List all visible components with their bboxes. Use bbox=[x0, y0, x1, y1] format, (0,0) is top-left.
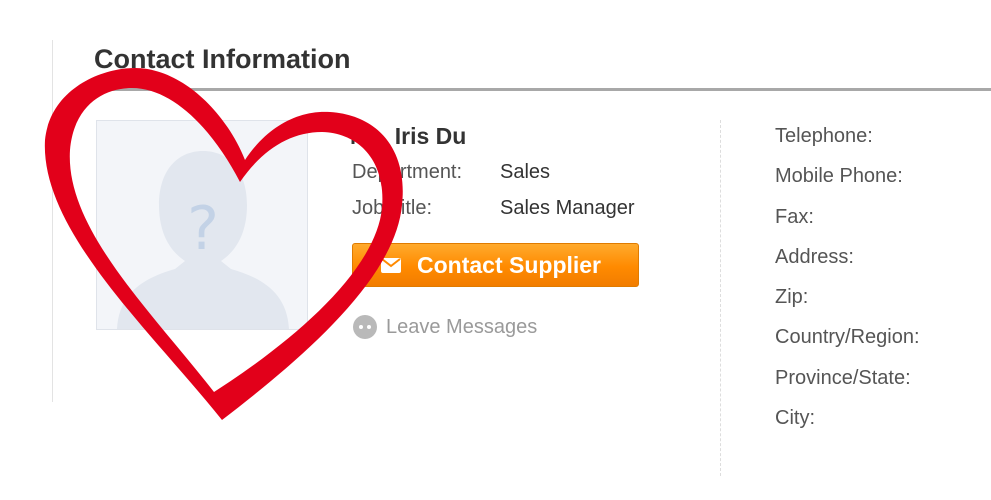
contact-name: Ms. Iris Du bbox=[350, 123, 467, 149]
job-title-value: Sales Manager bbox=[500, 197, 635, 219]
left-divider bbox=[52, 40, 53, 402]
section-title: Contact Information bbox=[94, 44, 351, 74]
contact-supplier-button[interactable]: Contact Supplier bbox=[352, 243, 639, 287]
mobile-phone-label: Mobile Phone: bbox=[775, 165, 903, 188]
zip-label: Zip: bbox=[775, 286, 809, 309]
address-label: Address: bbox=[775, 245, 854, 268]
department-row: Department: Sales bbox=[352, 161, 550, 184]
column-divider bbox=[720, 120, 721, 476]
leave-messages-label: Leave Messages bbox=[386, 315, 538, 338]
envelope-icon bbox=[379, 253, 403, 277]
fax-label: Fax: bbox=[775, 205, 814, 228]
leave-messages-link[interactable]: Leave Messages bbox=[352, 314, 537, 340]
job-title-label: Job Title: bbox=[352, 197, 433, 219]
job-title-row: Job Title: Sales Manager bbox=[352, 197, 635, 220]
unknown-person-icon: ? bbox=[97, 121, 307, 329]
department-value: Sales bbox=[500, 161, 551, 183]
contact-details-list: Telephone: Mobile Phone: Fax: Address: Z… bbox=[775, 124, 920, 446]
title-underline bbox=[94, 88, 991, 91]
contact-supplier-label: Contact Supplier bbox=[417, 251, 602, 278]
telephone-label: Telephone: bbox=[775, 125, 873, 147]
country-region-label: Country/Region: bbox=[775, 326, 920, 349]
avatar: ? bbox=[96, 120, 308, 330]
province-state-label: Province/State: bbox=[775, 366, 911, 389]
city-label: City: bbox=[775, 407, 815, 430]
chat-bubble-icon bbox=[352, 314, 378, 340]
department-label: Department: bbox=[352, 161, 463, 183]
svg-text:?: ? bbox=[187, 194, 219, 264]
